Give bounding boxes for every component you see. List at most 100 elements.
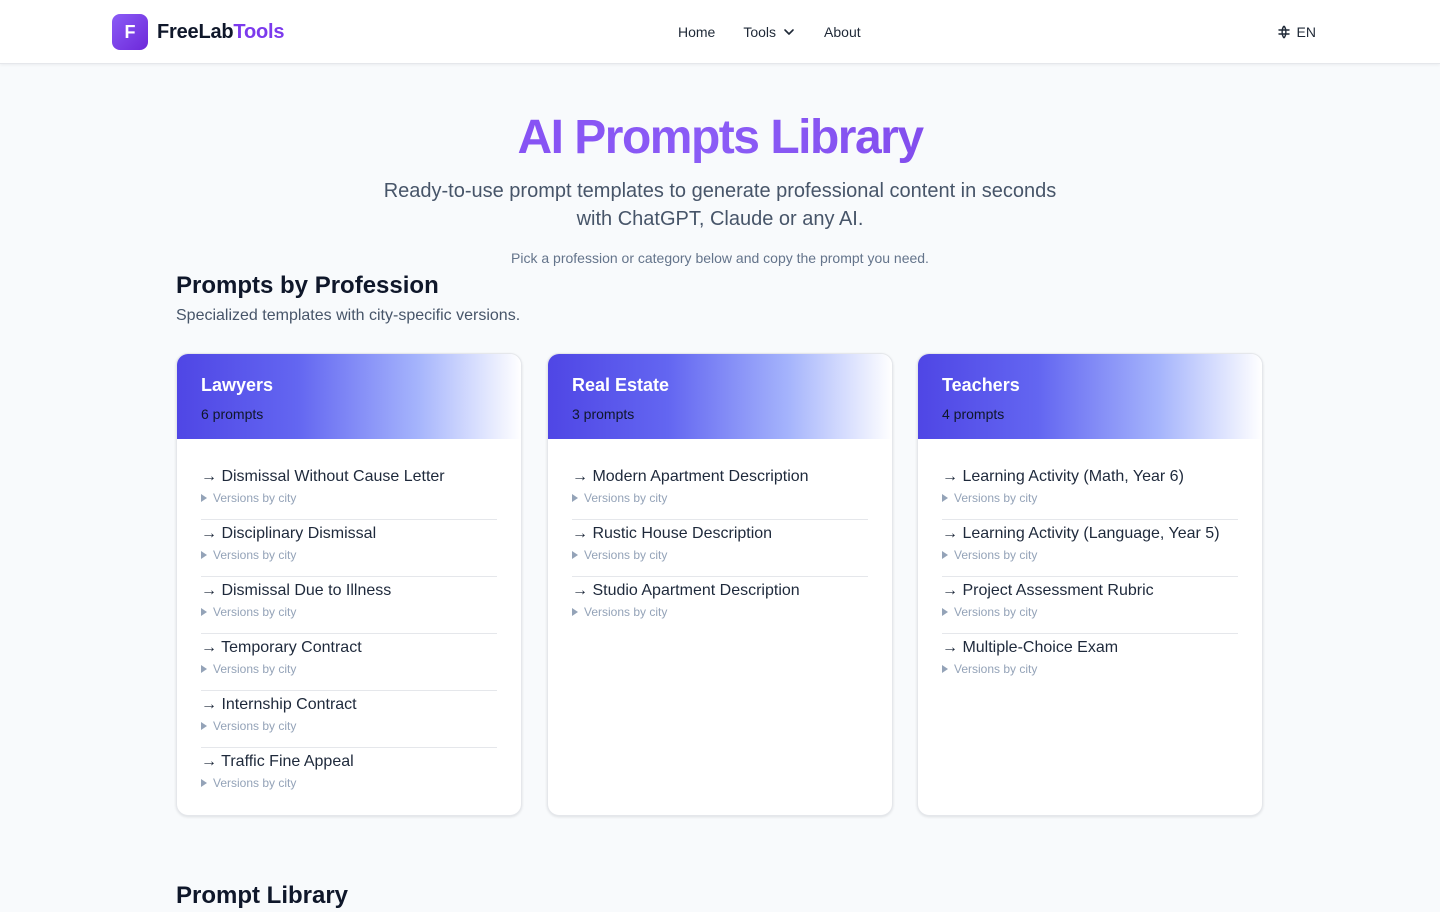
card-title: Lawyers bbox=[201, 375, 274, 395]
card-header: Lawyers 6 prompts bbox=[177, 354, 521, 439]
versions-toggle[interactable]: Versions by city bbox=[201, 661, 497, 677]
globe-icon bbox=[1277, 25, 1290, 39]
card-prompt-count: 3 prompts bbox=[572, 406, 635, 422]
section-subtitle-professions: Specialized templates with city-specific… bbox=[176, 307, 521, 324]
list-item: → Modern Apartment Description Versions … bbox=[572, 463, 868, 520]
brand-name: FreeLabTools bbox=[157, 21, 284, 44]
versions-toggle[interactable]: Versions by city bbox=[942, 490, 1238, 506]
brand-name-part2: Tools bbox=[233, 20, 285, 43]
card-body: → Dismissal Without Cause Letter Version… bbox=[177, 439, 521, 805]
prompt-link[interactable]: → Learning Activity (Math, Year 6) bbox=[942, 466, 1238, 488]
list-item: → Temporary Contract Versions by city bbox=[201, 634, 497, 691]
section-title-professions: Prompts by Profession bbox=[176, 272, 439, 299]
versions-label: Versions by city bbox=[584, 491, 668, 505]
triangle-right-icon bbox=[572, 551, 578, 559]
prompt-link[interactable]: → Internship Contract bbox=[201, 694, 497, 716]
card-title: Teachers bbox=[942, 375, 1020, 395]
nav-about-link[interactable]: About bbox=[824, 24, 861, 40]
versions-label: Versions by city bbox=[954, 605, 1038, 619]
nav-about-label: About bbox=[824, 24, 861, 40]
nav-tools-dropdown[interactable]: Tools bbox=[743, 24, 796, 40]
list-item: → Learning Activity (Math, Year 6) Versi… bbox=[942, 463, 1238, 520]
triangle-right-icon bbox=[201, 494, 207, 502]
triangle-right-icon bbox=[201, 608, 207, 616]
triangle-right-icon bbox=[942, 665, 948, 673]
versions-toggle[interactable]: Versions by city bbox=[572, 490, 868, 506]
versions-label: Versions by city bbox=[213, 491, 297, 505]
nav-home-link[interactable]: Home bbox=[678, 24, 715, 40]
versions-toggle[interactable]: Versions by city bbox=[201, 718, 497, 734]
list-item: → Traffic Fine Appeal Versions by city bbox=[201, 748, 497, 805]
prompt-link[interactable]: → Multiple-Choice Exam bbox=[942, 637, 1238, 659]
versions-toggle[interactable]: Versions by city bbox=[572, 547, 868, 563]
language-selector[interactable]: EN bbox=[1277, 0, 1316, 64]
prompt-link[interactable]: → Rustic House Description bbox=[572, 523, 868, 545]
list-item: → Project Assessment Rubric Versions by … bbox=[942, 577, 1238, 634]
chevron-down-icon bbox=[784, 29, 794, 35]
versions-label: Versions by city bbox=[584, 548, 668, 562]
prompt-link[interactable]: → Dismissal Without Cause Letter bbox=[201, 466, 497, 488]
versions-label: Versions by city bbox=[213, 719, 297, 733]
card-body: → Learning Activity (Math, Year 6) Versi… bbox=[918, 439, 1262, 691]
nav-tools-label: Tools bbox=[743, 24, 777, 40]
top-navbar: F FreeLabTools Home Tools About EN bbox=[0, 0, 1440, 64]
triangle-right-icon bbox=[942, 551, 948, 559]
triangle-right-icon bbox=[572, 608, 578, 616]
triangle-right-icon bbox=[942, 494, 948, 502]
card-prompt-count: 4 prompts bbox=[942, 406, 1005, 422]
list-item: → Dismissal Without Cause Letter Version… bbox=[201, 463, 497, 520]
list-item: → Studio Apartment Description Versions … bbox=[572, 577, 868, 634]
versions-toggle[interactable]: Versions by city bbox=[201, 604, 497, 620]
card-body: → Modern Apartment Description Versions … bbox=[548, 439, 892, 634]
prompt-link[interactable]: → Project Assessment Rubric bbox=[942, 580, 1238, 602]
logo-badge: F bbox=[112, 14, 148, 50]
versions-toggle[interactable]: Versions by city bbox=[572, 604, 868, 620]
list-item: → Learning Activity (Language, Year 5) V… bbox=[942, 520, 1238, 577]
triangle-right-icon bbox=[201, 551, 207, 559]
versions-toggle[interactable]: Versions by city bbox=[942, 604, 1238, 620]
page-hint: Pick a profession or category below and … bbox=[511, 250, 929, 266]
versions-label: Versions by city bbox=[584, 605, 668, 619]
versions-toggle[interactable]: Versions by city bbox=[201, 775, 497, 791]
card-title: Real Estate bbox=[572, 375, 670, 395]
profession-card-teachers: Teachers 4 prompts → Learning Activity (… bbox=[917, 353, 1263, 816]
versions-label: Versions by city bbox=[213, 662, 297, 676]
versions-toggle[interactable]: Versions by city bbox=[942, 547, 1238, 563]
versions-label: Versions by city bbox=[213, 548, 297, 562]
prompt-link[interactable]: → Studio Apartment Description bbox=[572, 580, 868, 602]
triangle-right-icon bbox=[201, 665, 207, 673]
prompt-link[interactable]: → Modern Apartment Description bbox=[572, 466, 868, 488]
section-title-library: Prompt Library bbox=[176, 882, 349, 909]
brand-name-part1: FreeLab bbox=[157, 20, 234, 43]
page-subtitle: Ready-to-use prompt templates to generat… bbox=[383, 180, 1057, 230]
card-prompt-count: 6 prompts bbox=[201, 406, 264, 422]
main-nav: Home Tools About bbox=[678, 0, 861, 64]
profession-card-real-estate: Real Estate 3 prompts → Modern Apartment… bbox=[547, 353, 893, 816]
profession-card-lawyers: Lawyers 6 prompts → Dismissal Without Ca… bbox=[176, 353, 522, 816]
versions-label: Versions by city bbox=[954, 662, 1038, 676]
list-item: → Multiple-Choice Exam Versions by city bbox=[942, 634, 1238, 691]
versions-label: Versions by city bbox=[954, 548, 1038, 562]
list-item: → Disciplinary Dismissal Versions by cit… bbox=[201, 520, 497, 577]
prompt-link[interactable]: → Disciplinary Dismissal bbox=[201, 523, 497, 545]
versions-label: Versions by city bbox=[954, 491, 1038, 505]
nav-home-label: Home bbox=[678, 24, 716, 40]
versions-toggle[interactable]: Versions by city bbox=[201, 547, 497, 563]
list-item: → Dismissal Due to Illness Versions by c… bbox=[201, 577, 497, 634]
triangle-right-icon bbox=[201, 779, 207, 787]
page-title: AI Prompts Library bbox=[0, 108, 1440, 168]
language-label: EN bbox=[1296, 24, 1316, 40]
prompt-link[interactable]: → Temporary Contract bbox=[201, 637, 497, 659]
prompt-link[interactable]: → Dismissal Due to Illness bbox=[201, 580, 497, 602]
triangle-right-icon bbox=[942, 608, 948, 616]
versions-label: Versions by city bbox=[213, 776, 297, 790]
card-header: Teachers 4 prompts bbox=[918, 354, 1262, 439]
versions-label: Versions by city bbox=[213, 605, 297, 619]
brand-logo-link[interactable]: F FreeLabTools bbox=[112, 14, 284, 50]
prompt-link[interactable]: → Traffic Fine Appeal bbox=[201, 751, 497, 773]
versions-toggle[interactable]: Versions by city bbox=[942, 661, 1238, 677]
list-item: → Rustic House Description Versions by c… bbox=[572, 520, 868, 577]
prompt-link[interactable]: → Learning Activity (Language, Year 5) bbox=[942, 523, 1238, 545]
triangle-right-icon bbox=[572, 494, 578, 502]
versions-toggle[interactable]: Versions by city bbox=[201, 490, 497, 506]
